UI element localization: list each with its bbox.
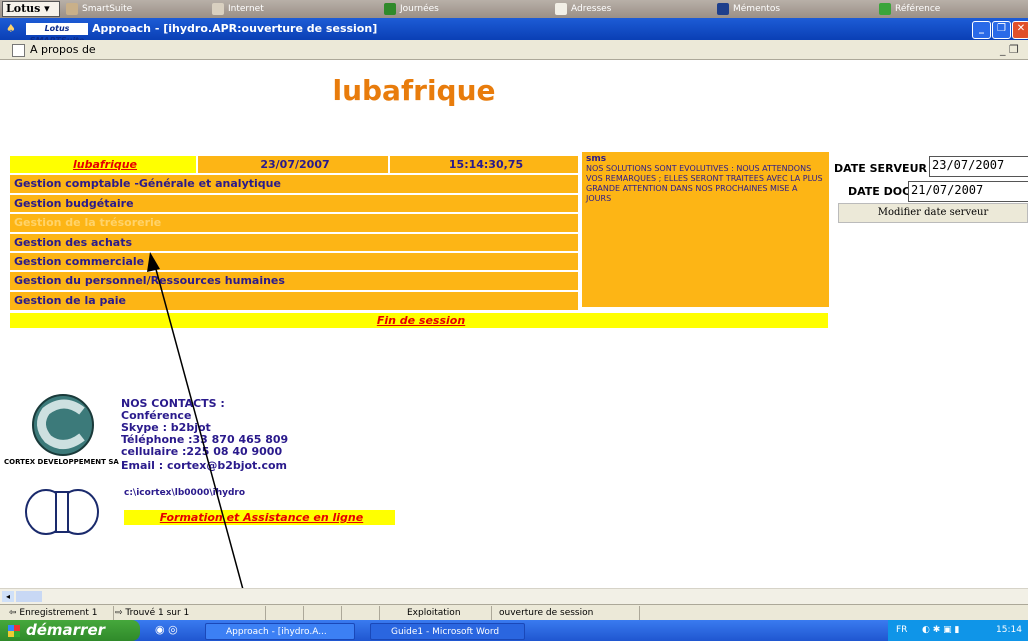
tray-language[interactable]: FR [896,620,907,641]
suite-adresses[interactable]: Adresses [553,2,611,16]
modify-server-date-button[interactable]: Modifier date serveur [838,203,1028,223]
scroll-thumb[interactable] [16,591,42,602]
about-icon [12,44,25,57]
status-mode[interactable]: Exploitation [404,606,492,620]
suite-journees[interactable]: Journées [382,2,439,16]
status-found[interactable]: ⇨ Trouvé 1 sur 1 [112,606,266,620]
menu-gestion-achats[interactable]: Gestion des achats [9,233,579,252]
suite-reference[interactable]: Référence [877,2,940,16]
horizontal-scrollbar[interactable]: ◂ [0,588,1028,604]
doc-date-field[interactable]: 21/07/2007 [908,181,1028,202]
window-title: Approach - [ihydro.APR:ouverture de sess… [92,22,378,35]
b2b-logo [22,486,102,538]
header-company: lubafrique [9,155,197,174]
checkmark-icon [879,3,891,15]
minimize-button[interactable]: _ [972,21,991,39]
menu-gestion-commerciale[interactable]: Gestion commerciale [9,252,579,271]
status-blank-3 [340,606,380,620]
tray-clock: 15:14 [996,625,1022,635]
server-date-field[interactable]: 23/07/2007 [929,156,1028,177]
notes-icon [717,3,729,15]
status-blank-2 [302,606,342,620]
globe-icon [212,3,224,15]
header-date: 23/07/2007 [197,155,389,174]
cortex-logo [24,393,102,457]
sms-title: sms [586,154,607,164]
quicklaunch-ie-icon[interactable]: ◉ ◎ [155,623,178,636]
sms-panel: sms NOS SOLUTIONS SONT EVOLUTIVES : NOUS… [581,151,830,308]
end-session-link[interactable]: Fin de session [377,314,465,327]
tray-icons[interactable]: ◐ ✱ ▣ ▮ [922,620,959,641]
menu-gestion-budgetaire[interactable]: Gestion budgétaire [9,194,579,213]
doc-date-label: DATE DOC [848,185,911,198]
taskbar-approach[interactable]: Approach - [ihydro.A... [205,623,355,640]
start-button[interactable]: démarrer [0,620,140,641]
address-book-icon [555,3,567,15]
app-icon: ♠ [6,22,16,35]
end-session-row: Fin de session [9,312,829,329]
suite-smartsuite[interactable]: SmartSuite [64,2,132,16]
status-view[interactable]: ouverture de session [496,606,640,620]
menu-gestion-tresorerie[interactable]: Gestion de la trésorerie [9,213,579,233]
server-date-label: DATE SERVEUR [834,162,927,175]
mdi-minimize-button[interactable]: _ ❐ [1000,40,1019,60]
sms-text: NOS SOLUTIONS SONT EVOLUTIVES : NOUS ATT… [586,164,823,203]
scroll-left-icon[interactable]: ◂ [2,591,14,602]
calendar-icon [384,3,396,15]
cortex-caption: CORTEX DEVELOPPEMENT SA [4,458,119,466]
windows-logo-icon [8,625,20,637]
smartsuite-bar: Lotus ▾ SmartSuite Internet Journées Adr… [0,0,1028,18]
window-title-bar: ♠ Lotus SMARTSuite Approach - [ihydro.AP… [0,18,1028,45]
menu-gestion-comptable[interactable]: Gestion comptable -Générale et analytiqu… [9,174,579,194]
close-button[interactable]: ✕ [1012,21,1028,39]
status-bar: ⇦ Enregistrement 1 ⇨ Trouvé 1 sur 1 Expl… [0,604,1028,620]
header-time: 15:14:30,75 [389,155,579,174]
smartsuite-icon [66,3,78,15]
status-blank-1 [264,606,304,620]
taskbar-word[interactable]: Guide1 - Microsoft Word [370,623,525,640]
suite-mementos[interactable]: Mémentos [715,2,780,16]
cortex-logo-icon [32,394,94,456]
annotation-arrow [147,252,258,641]
menu-gestion-paie[interactable]: Gestion de la paie [9,291,579,311]
b2b-logo-icon [25,489,99,535]
status-record[interactable]: ⇦ Enregistrement 1 [6,606,114,620]
lotus-menu-button[interactable]: Lotus ▾ [2,1,60,17]
restore-button[interactable]: ❐ [992,21,1011,39]
menu-gestion-personnel[interactable]: Gestion du personnel/Ressources humaines [9,271,579,291]
app-title: lubafrique [332,74,496,107]
smartsuite-logo: Lotus SMARTSuite [26,23,88,45]
suite-internet[interactable]: Internet [210,2,264,16]
system-tray: FR ◐ ✱ ▣ ▮ 15:14 [888,620,1028,641]
menu-about[interactable]: A propos de [30,40,96,60]
menu-bar: A propos de _ ❐ [0,40,1028,60]
